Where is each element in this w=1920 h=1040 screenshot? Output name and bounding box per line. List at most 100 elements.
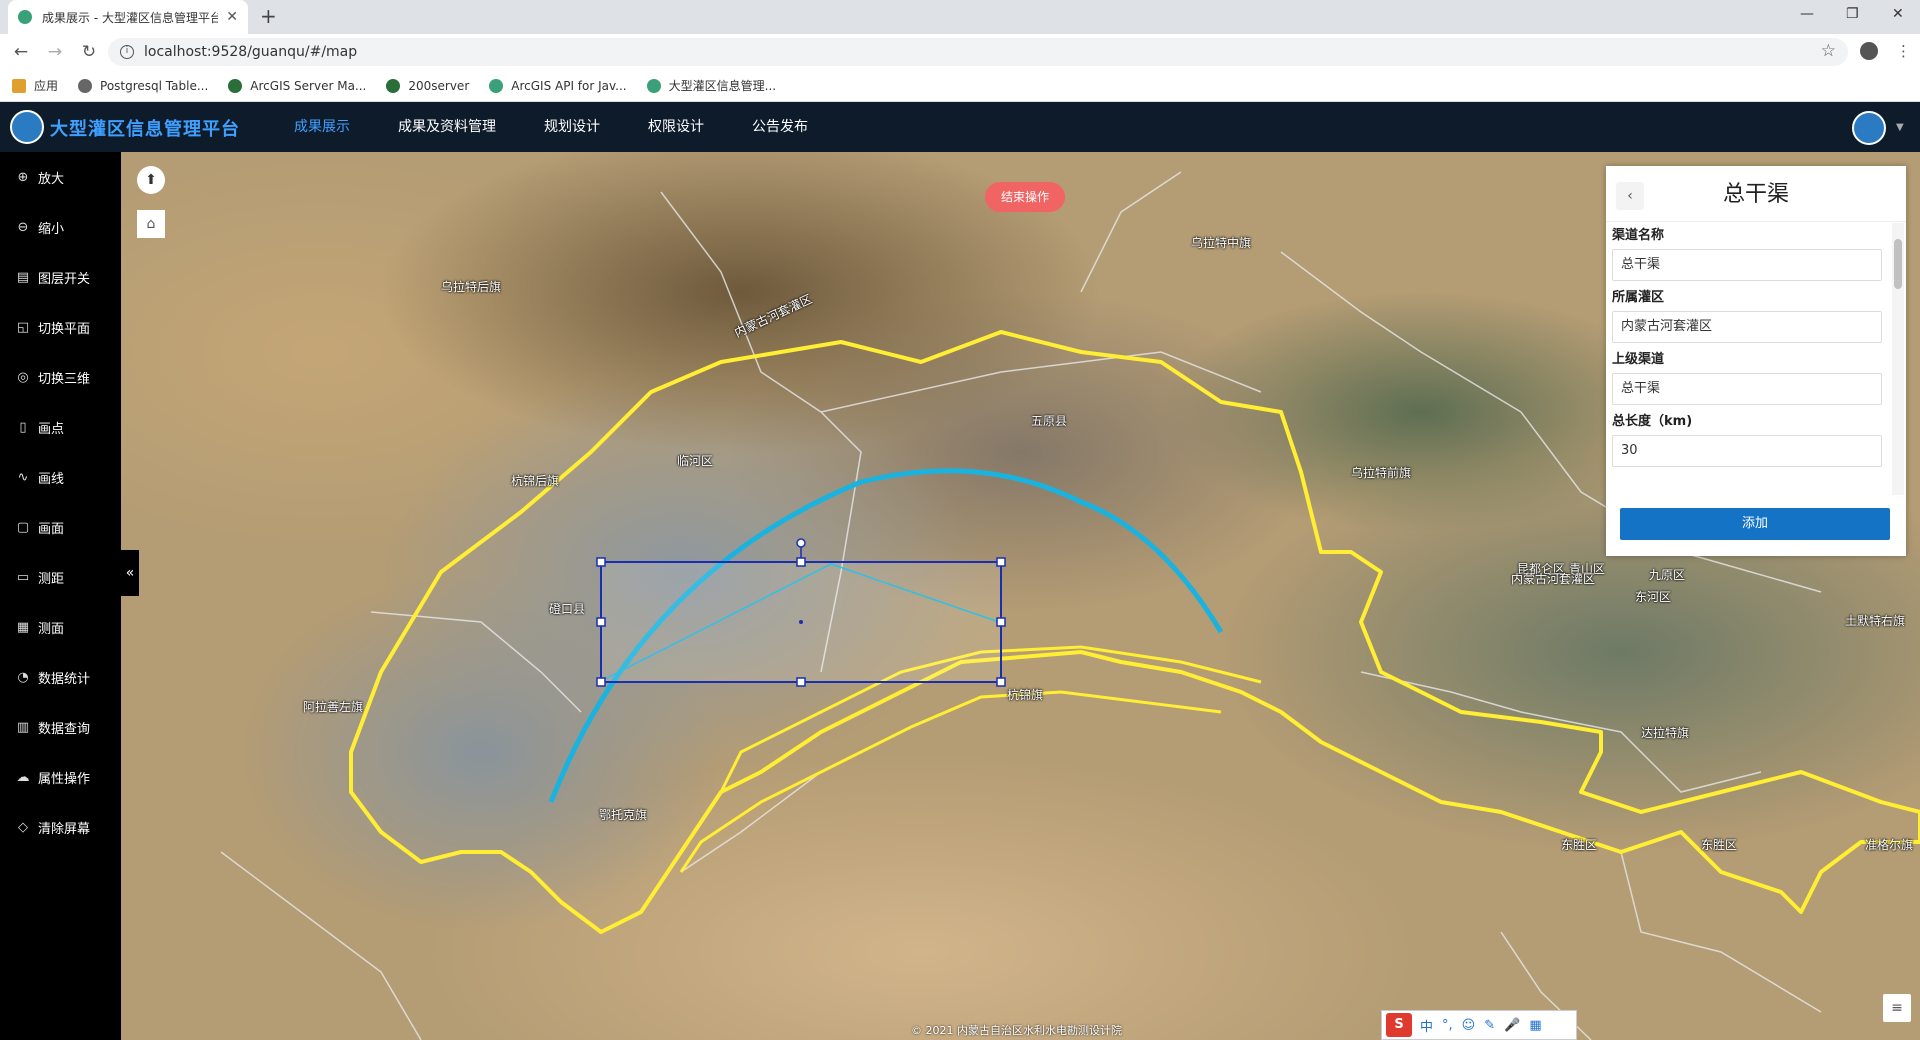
- bookmark-label: Postgresql Table...: [100, 78, 209, 93]
- bookmark-favicon-icon: [489, 78, 504, 93]
- bookmark-label: 200server: [408, 78, 470, 93]
- sogou-ime-icon[interactable]: S: [1386, 1013, 1412, 1037]
- tool-attribute[interactable]: ☁ 属性操作: [0, 752, 121, 802]
- bookmark-item[interactable]: 200server: [386, 78, 470, 93]
- ime-tool-icon[interactable]: ✎: [1484, 1018, 1495, 1033]
- map-place-label: 临河区: [677, 454, 714, 468]
- tool-globe[interactable]: ◎ 切换三维: [0, 352, 121, 402]
- apps-icon: [12, 78, 26, 93]
- map-place-label: 五原县: [1031, 414, 1068, 428]
- ruler-icon: ▭: [16, 569, 30, 585]
- nav-item[interactable]: 公告发布: [728, 102, 832, 152]
- tool-zoom-in[interactable]: ⊕ 放大: [0, 152, 121, 202]
- ime-toolbar[interactable]: S 中 °, ☺ ✎ 🎤 ▦: [1381, 1010, 1577, 1040]
- new-tab-icon[interactable]: +: [260, 4, 277, 28]
- map-place-label: 阿拉善左旗: [303, 700, 364, 714]
- nav-item[interactable]: 权限设计: [624, 102, 728, 152]
- bookmark-item[interactable]: ArcGIS Server Ma...: [228, 78, 367, 93]
- form-scrollbar[interactable]: [1892, 223, 1904, 495]
- tool-label: 数据查询: [38, 721, 91, 737]
- field-input[interactable]: 30: [1612, 435, 1882, 467]
- end-operation-button[interactable]: 结束操作: [985, 182, 1065, 212]
- bookmark-label: ArcGIS Server Ma...: [250, 78, 367, 93]
- tool-ruler[interactable]: ▭ 测距: [0, 552, 121, 602]
- tool-eraser[interactable]: ◇ 清除屏幕: [0, 802, 121, 852]
- bookmark-label: 应用: [34, 79, 59, 93]
- site-favicon-icon: [18, 10, 32, 24]
- tool-point[interactable]: ▯ 画点: [0, 402, 121, 452]
- url-bar[interactable]: i localhost:9528/guanqu/#/map ☆: [108, 38, 1848, 66]
- chevron-down-icon[interactable]: ▼: [1896, 122, 1904, 133]
- form-body: 渠道名称 总干渠 所属灌区 内蒙古河套灌区 上级渠道 总干渠 总长度（km) 30: [1606, 223, 1906, 495]
- browser-tab[interactable]: 成果展示 - 大型灌区信息管理平台 ✕: [8, 0, 248, 34]
- form-field: 渠道名称 总干渠: [1606, 223, 1906, 281]
- field-input[interactable]: 总干渠: [1612, 373, 1882, 405]
- tool-polygon[interactable]: ▢ 画面: [0, 502, 121, 552]
- nav-item[interactable]: 成果及资料管理: [374, 102, 520, 152]
- forward-icon[interactable]: →: [42, 42, 68, 62]
- app-title: 大型灌区信息管理平台: [50, 119, 240, 140]
- close-tab-icon[interactable]: ✕: [226, 9, 238, 25]
- close-window-icon[interactable]: ✕: [1892, 6, 1904, 22]
- site-info-icon[interactable]: i: [120, 45, 134, 59]
- app-header: 大型灌区信息管理平台 成果展示 成果及资料管理 规划设计 权限设计 公告发布 ▼: [0, 102, 1920, 152]
- bookmark-label: ArcGIS API for Jav...: [511, 78, 627, 93]
- browser-menu-icon[interactable]: ⋮: [1896, 42, 1911, 60]
- ime-tool-icon[interactable]: ▦: [1529, 1018, 1541, 1033]
- tool-measure-area[interactable]: ▦ 测面: [0, 602, 121, 652]
- nav-item[interactable]: 规划设计: [520, 102, 624, 152]
- tool-label: 图层开关: [38, 271, 91, 287]
- ime-tool-icon[interactable]: °,: [1442, 1018, 1453, 1033]
- tool-bar-chart[interactable]: ▥ 数据查询: [0, 702, 121, 752]
- ime-tool-icon[interactable]: ☺: [1462, 1018, 1476, 1033]
- nav-item[interactable]: 成果展示: [270, 102, 374, 152]
- add-button[interactable]: 添加: [1620, 508, 1890, 540]
- map-copyright: © 2021 内蒙古自治区水利水电勘测设计院: [911, 1024, 1122, 1037]
- field-label: 渠道名称: [1612, 228, 1665, 243]
- map-place-label: 内蒙古河套灌区: [1511, 572, 1596, 586]
- collapse-panel-icon[interactable]: «: [121, 550, 139, 596]
- map-place-label: 鄂托克旗: [599, 808, 648, 822]
- map-place-label: 杭锦旗: [1007, 688, 1044, 702]
- back-icon[interactable]: ‹: [1616, 182, 1644, 210]
- field-label: 总长度（km): [1612, 414, 1693, 429]
- home-icon[interactable]: ⌂: [137, 210, 165, 238]
- reload-icon[interactable]: ↻: [76, 42, 102, 62]
- bookmark-item[interactable]: ArcGIS API for Jav...: [489, 78, 627, 93]
- ime-tool-icon[interactable]: 中: [1420, 1016, 1433, 1035]
- bookmark-item[interactable]: 大型灌区信息管理...: [646, 77, 776, 94]
- back-icon[interactable]: ←: [8, 42, 34, 62]
- account-icon[interactable]: [1860, 42, 1878, 60]
- tool-label: 画面: [38, 521, 65, 537]
- tool-map-2d[interactable]: ◱ 切换平面: [0, 302, 121, 352]
- bookmark-item[interactable]: Postgresql Table...: [78, 78, 209, 93]
- map-place-label: 达拉特旗: [1641, 726, 1690, 740]
- tool-label: 属性操作: [38, 771, 91, 787]
- tool-layers[interactable]: ▤ 图层开关: [0, 252, 121, 302]
- canal-form-panel: 总干渠 ‹ 渠道名称 总干渠 所属灌区 内蒙古河套灌区 上级渠道 总干渠 总长度（km) 30…: [1606, 166, 1906, 556]
- field-input[interactable]: 总干渠: [1612, 249, 1882, 281]
- user-avatar[interactable]: [1852, 111, 1886, 145]
- legend-icon[interactable]: ≡: [1883, 994, 1911, 1022]
- field-input[interactable]: 内蒙古河套灌区: [1612, 311, 1882, 343]
- map-2d-icon: ◱: [16, 319, 30, 335]
- field-label: 所属灌区: [1612, 290, 1665, 305]
- map-place-label: 土默特右旗: [1845, 614, 1906, 628]
- form-field: 所属灌区内蒙古河套灌区: [1606, 285, 1906, 343]
- admin-boundaries: [220, 171, 1822, 1040]
- compass-icon[interactable]: ⬆: [137, 166, 165, 194]
- restore-icon[interactable]: ❐: [1846, 6, 1859, 22]
- tool-zoom-out[interactable]: ⊖ 缩小: [0, 202, 121, 252]
- tool-statistics[interactable]: ◔ 数据统计: [0, 652, 121, 702]
- tab-title: 成果展示 - 大型灌区信息管理平台: [42, 10, 219, 25]
- tool-label: 测面: [38, 621, 65, 637]
- ime-tool-icon[interactable]: 🎤: [1504, 1018, 1520, 1033]
- tool-polyline[interactable]: ∿ 画线: [0, 452, 121, 502]
- bookmark-item[interactable]: 应用: [12, 77, 58, 94]
- attribute-icon: ☁: [16, 769, 30, 785]
- map-place-label: 东河区: [1635, 590, 1672, 604]
- tool-label: 切换三维: [38, 371, 91, 387]
- bookmark-star-icon[interactable]: ☆: [1821, 41, 1836, 61]
- minimize-icon[interactable]: —: [1800, 6, 1814, 22]
- tool-label: 画点: [38, 421, 65, 437]
